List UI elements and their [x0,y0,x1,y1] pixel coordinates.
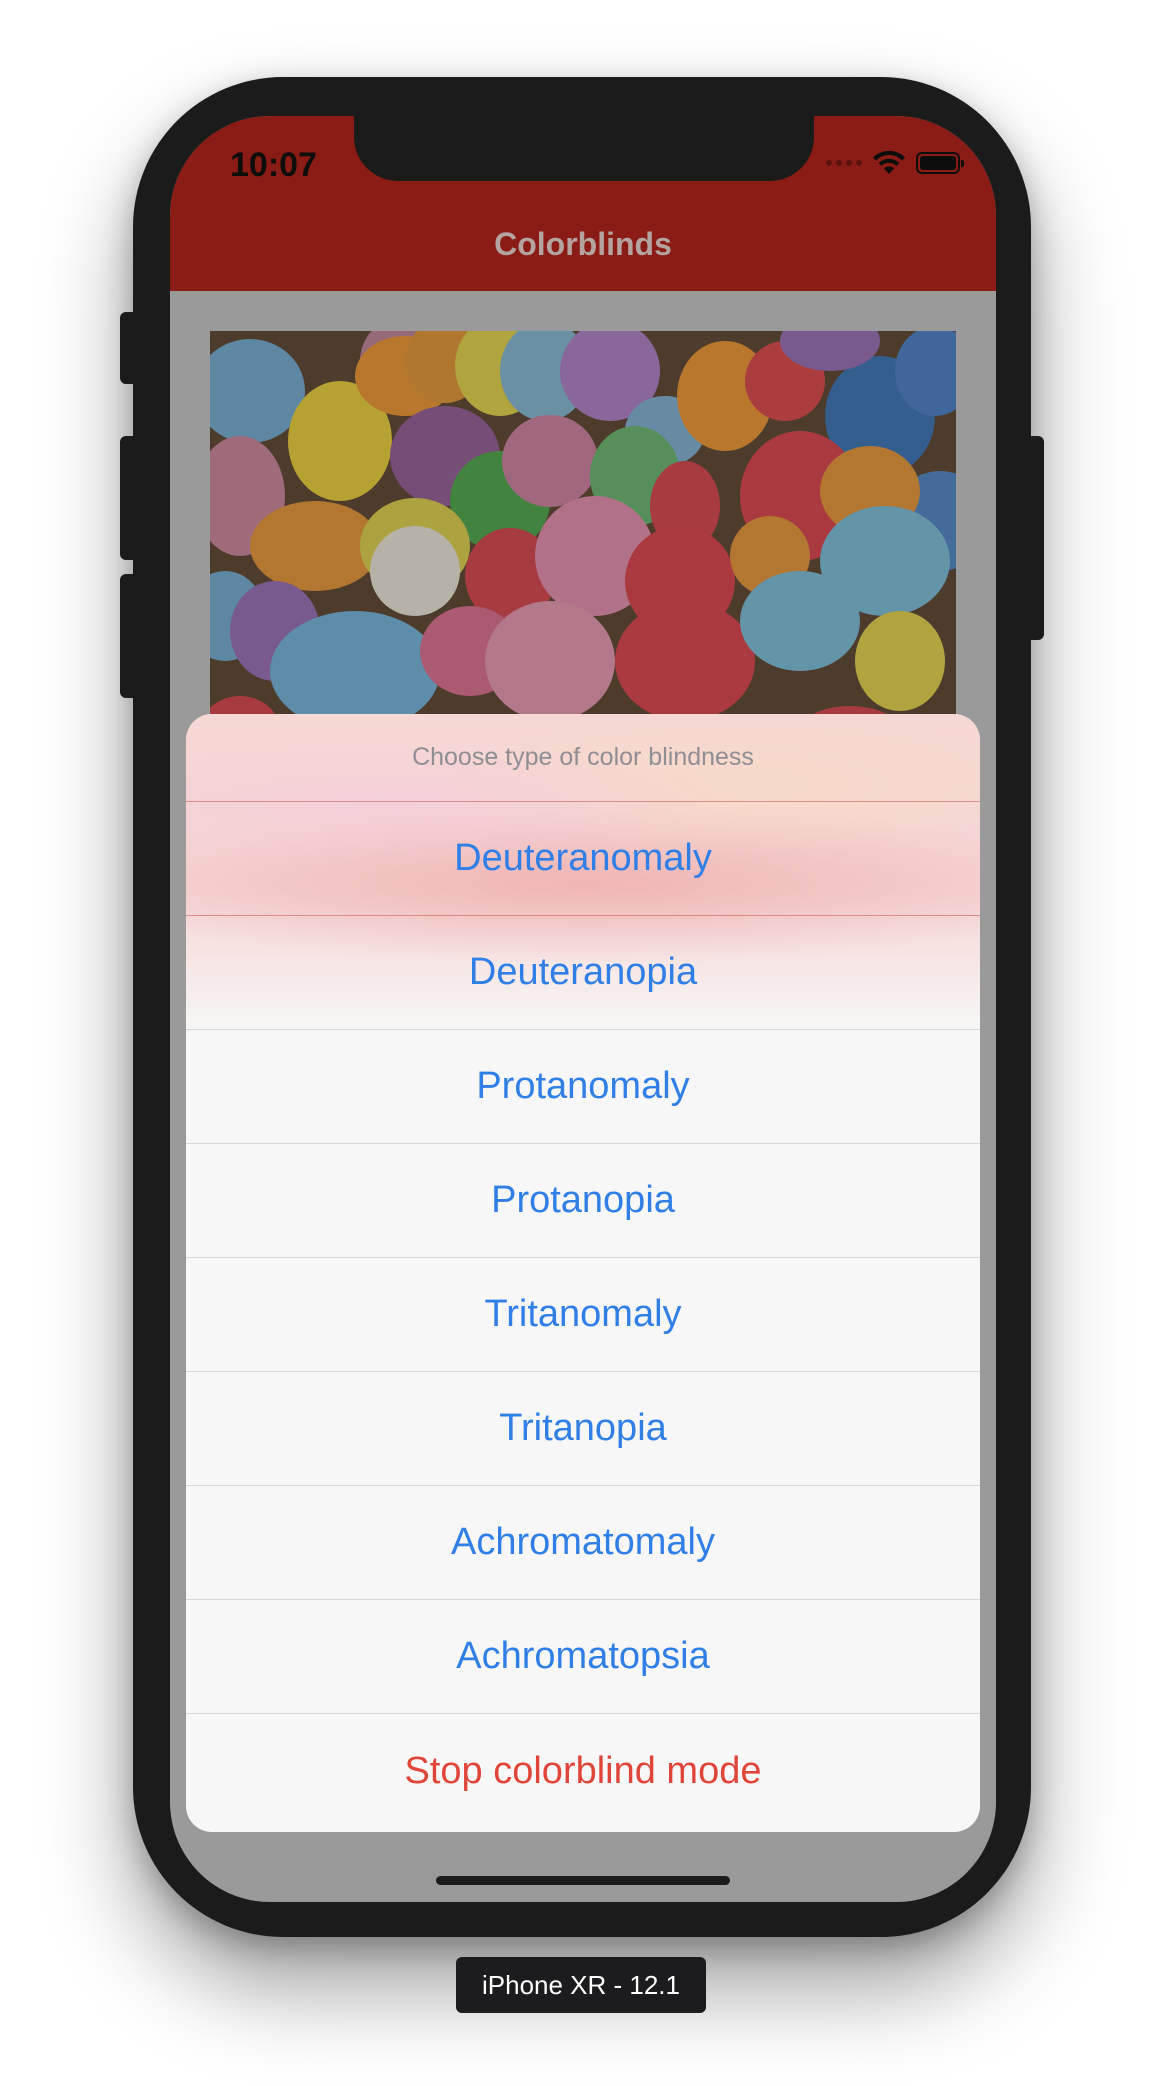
battery-icon [916,152,964,174]
phone-screen: 10:07 Colorblinds Choose type of color b… [170,116,996,1902]
volume-down-button [120,574,138,698]
nav-title: Colorblinds [494,226,672,262]
option-protanopia[interactable]: Protanopia [186,1144,980,1258]
option-tritanopia[interactable]: Tritanopia [186,1372,980,1486]
home-indicator[interactable] [436,1876,730,1885]
balloons-photo [210,331,956,751]
option-deuteranopia[interactable]: Deuteranopia [186,916,980,1030]
option-protanomaly[interactable]: Protanomaly [186,1030,980,1144]
option-deuteranomaly[interactable]: Deuteranomaly [186,802,980,916]
option-achromatopsia[interactable]: Achromatopsia [186,1600,980,1714]
cellular-signal-icon [826,160,862,166]
color-blindness-action-sheet: Choose type of color blindness Deuterano… [186,714,980,1832]
status-time: 10:07 [230,146,317,184]
navigation-bar: 10:07 Colorblinds [170,116,996,291]
action-sheet-title: Choose type of color blindness [186,714,980,802]
option-achromatomaly[interactable]: Achromatomaly [186,1486,980,1600]
simulator-device-label: iPhone XR - 12.1 [456,1957,706,2013]
volume-up-button [120,436,138,560]
notch [354,116,814,181]
silent-switch [120,312,138,384]
stop-colorblind-mode-button[interactable]: Stop colorblind mode [186,1714,980,1828]
status-icons [826,150,964,176]
power-button [1026,436,1044,640]
option-tritanomaly[interactable]: Tritanomaly [186,1258,980,1372]
wifi-icon [873,150,905,174]
